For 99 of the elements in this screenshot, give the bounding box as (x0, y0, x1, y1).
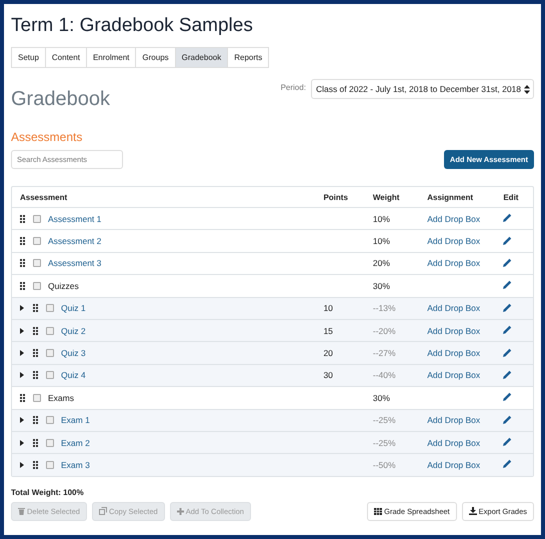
period-label: Period: (280, 83, 306, 92)
assessment-link[interactable]: Quiz 1 (61, 303, 86, 314)
row-checkbox[interactable] (46, 416, 54, 424)
section-title: Assessments (11, 130, 84, 144)
row-checkbox[interactable] (46, 371, 54, 380)
edit-icon[interactable] (503, 348, 512, 357)
assessment-link[interactable]: Exam 2 (61, 438, 90, 448)
column-header: Points (323, 192, 349, 202)
weight-cell: 20% (372, 258, 390, 268)
edit-icon[interactable] (503, 459, 512, 468)
total-weight: Total Weight: 100% (11, 488, 85, 497)
column-header: Assessment (19, 192, 68, 202)
add-drop-box-link[interactable]: Add Drop Box (427, 258, 480, 268)
weight-cell: --40% (372, 370, 396, 380)
weight-cell: 10% (372, 214, 390, 224)
edit-icon[interactable] (503, 437, 512, 446)
page-title: Term 1: Gradebook Samples (11, 15, 254, 37)
drag-handle-icon[interactable] (20, 282, 25, 290)
download-icon (468, 507, 477, 516)
edit-icon[interactable] (503, 325, 512, 334)
assessment-link[interactable]: Quiz 2 (61, 326, 86, 336)
assessment-link[interactable]: Quiz 4 (61, 370, 86, 380)
caret-icon[interactable] (20, 462, 24, 468)
assessment-link[interactable]: Assessment 3 (48, 258, 102, 268)
caret-icon[interactable] (20, 440, 24, 446)
points-cell: 15 (323, 326, 333, 336)
group-name: Quizzes (48, 280, 79, 291)
plus-icon (176, 508, 184, 515)
drag-handle-icon[interactable] (20, 259, 25, 268)
row-checkbox[interactable] (33, 214, 41, 223)
drag-handle-icon[interactable] (20, 237, 25, 246)
edit-icon[interactable] (503, 236, 512, 245)
caret-icon[interactable] (20, 305, 24, 312)
weight-cell: 30% (372, 392, 390, 403)
caret-icon[interactable] (20, 350, 24, 356)
row-checkbox[interactable] (46, 326, 54, 335)
row-checkbox[interactable] (33, 282, 41, 290)
edit-icon[interactable] (503, 302, 512, 312)
page-heading: Gradebook (11, 88, 110, 111)
drag-handle-icon[interactable] (33, 304, 38, 312)
caret-icon[interactable] (20, 372, 24, 378)
sort-arrows-icon (524, 84, 530, 94)
caret-icon[interactable] (20, 417, 24, 424)
edit-icon[interactable] (503, 258, 512, 267)
add-drop-box-link[interactable]: Add Drop Box (427, 326, 480, 336)
add-drop-box-link[interactable]: Add Drop Box (427, 236, 480, 246)
copy-icon (98, 507, 107, 516)
assessment-link[interactable]: Quiz 3 (61, 348, 86, 358)
points-cell: 10 (323, 303, 333, 314)
points-cell: 30 (323, 370, 333, 380)
row-checkbox[interactable] (33, 259, 41, 268)
drag-handle-icon[interactable] (33, 349, 38, 358)
add-drop-box-link[interactable]: Add Drop Box (427, 438, 480, 448)
edit-icon[interactable] (503, 392, 512, 402)
period-select[interactable]: Class of 2022 - July 1st, 2018 to December 31st, 2018 (310, 79, 534, 99)
points-cell: 20 (323, 348, 333, 358)
weight-cell: --13% (372, 303, 396, 314)
add-drop-box-link[interactable]: Add Drop Box (427, 370, 480, 380)
drag-handle-icon[interactable] (33, 326, 38, 335)
add-drop-box-link[interactable]: Add Drop Box (427, 460, 480, 470)
drag-handle-icon[interactable] (33, 460, 38, 469)
add-drop-box-link[interactable]: Add Drop Box (427, 303, 480, 314)
row-checkbox[interactable] (46, 304, 54, 312)
weight-cell: --20% (372, 326, 396, 336)
weight-cell: --27% (372, 348, 396, 358)
weight-cell: --50% (372, 460, 396, 470)
column-header: Weight (372, 192, 400, 202)
edit-icon[interactable] (503, 370, 512, 379)
table-icon (374, 508, 382, 515)
row-checkbox[interactable] (46, 438, 54, 447)
column-header: Assignment (427, 192, 474, 202)
drag-handle-icon[interactable] (33, 371, 38, 380)
row-checkbox[interactable] (33, 394, 41, 402)
assessment-link[interactable]: Assessment 2 (48, 236, 102, 246)
drag-handle-icon[interactable] (33, 416, 38, 424)
drag-handle-icon[interactable] (20, 394, 25, 402)
weight-cell: --25% (372, 415, 396, 426)
assessment-link[interactable]: Assessment 1 (48, 214, 102, 224)
add-drop-box-link[interactable]: Add Drop Box (427, 214, 480, 224)
weight-cell: --25% (372, 438, 396, 448)
row-checkbox[interactable] (46, 349, 54, 358)
edit-icon[interactable] (503, 414, 512, 424)
row-checkbox[interactable] (46, 460, 54, 469)
trash-icon (18, 507, 25, 516)
drag-handle-icon[interactable] (20, 214, 25, 223)
add-drop-box-link[interactable]: Add Drop Box (427, 415, 480, 426)
weight-cell: 10% (372, 236, 390, 246)
caret-icon[interactable] (20, 328, 24, 334)
column-header: Edit (503, 192, 520, 202)
edit-icon[interactable] (503, 280, 512, 290)
tab[interactable]: Gradebook (176, 48, 228, 67)
drag-handle-icon[interactable] (33, 438, 38, 447)
edit-icon[interactable] (503, 213, 512, 222)
group-name: Exams (48, 392, 74, 403)
assessment-link[interactable]: Exam 3 (61, 460, 90, 470)
assessment-link[interactable]: Exam 1 (61, 415, 90, 426)
weight-cell: 30% (372, 280, 390, 291)
row-checkbox[interactable] (33, 237, 41, 246)
add-drop-box-link[interactable]: Add Drop Box (427, 348, 480, 358)
